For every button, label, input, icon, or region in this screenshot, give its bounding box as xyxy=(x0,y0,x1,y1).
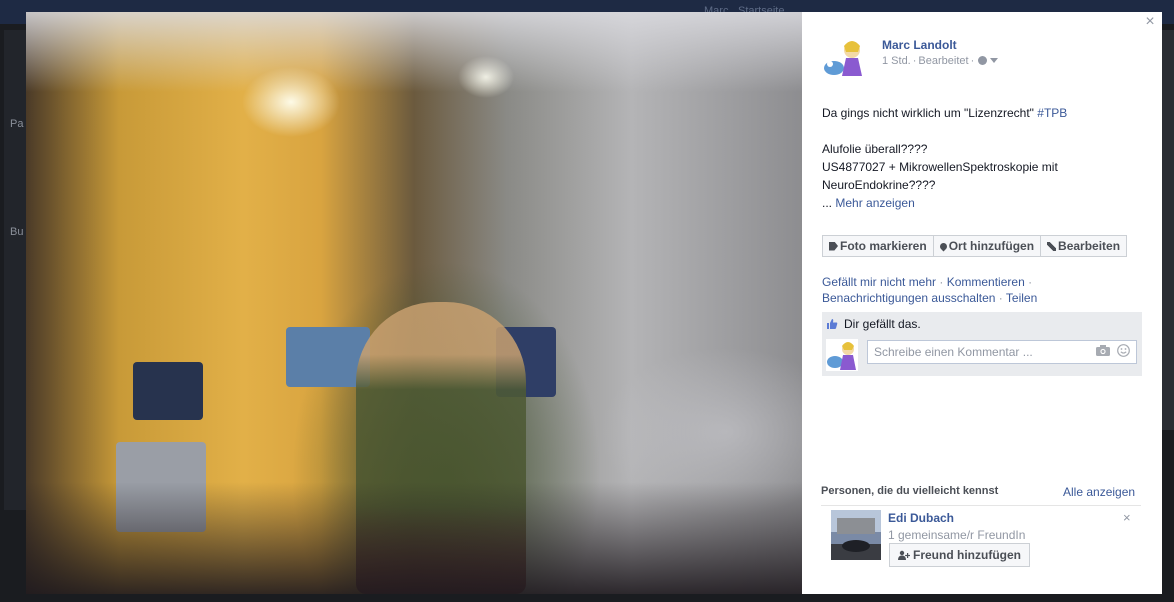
remove-suggestion-button[interactable]: × xyxy=(1123,510,1131,525)
tag-icon xyxy=(829,241,838,251)
add-friend-label: Freund hinzufügen xyxy=(913,548,1021,562)
likes-row: Dir gefällt das. xyxy=(826,316,921,332)
info-panel: Marc Landolt 1 Std. · Bearbeitet · Da gings… xyxy=(802,12,1162,594)
chevron-down-icon[interactable] xyxy=(990,58,999,63)
mutual-friends[interactable]: 1 gemeinsame/r FreundIn xyxy=(888,528,1025,542)
caption-line: Da gings nicht wirklich um "Lizenzrecht"… xyxy=(822,104,1142,122)
author-name[interactable]: Marc Landolt xyxy=(882,38,957,52)
author-row: Marc Landolt 1 Std. · Bearbeitet · xyxy=(822,38,1142,82)
caption-line: NeuroEndokrine???? xyxy=(822,178,936,192)
photo-floor xyxy=(26,482,802,594)
ellipsis: ... xyxy=(822,196,833,210)
globe-icon[interactable] xyxy=(978,56,988,65)
add-friend-button[interactable]: Freund hinzufügen xyxy=(889,543,1030,567)
pencil-icon xyxy=(1047,241,1057,251)
unlike-link[interactable]: Gefällt mir nicht mehr xyxy=(822,275,936,289)
add-location-label: Ort hinzufügen xyxy=(948,239,1035,253)
emoji-icon[interactable] xyxy=(1117,344,1130,357)
thumbs-up-icon xyxy=(827,319,838,329)
tag-photo-label: Foto markieren xyxy=(840,239,927,253)
background-side-text: Bu xyxy=(10,226,24,238)
likes-comments-box: Dir gefällt das. xyxy=(822,312,1142,376)
close-viewer-button[interactable]: × xyxy=(1142,14,1158,30)
tag-photo-button[interactable]: Foto markieren xyxy=(822,235,934,257)
likes-text: Dir gefällt das. xyxy=(844,317,921,331)
suggestion-name[interactable]: Edi Dubach xyxy=(888,511,954,525)
location-pin-icon xyxy=(938,241,949,251)
photo-action-buttons: Foto markieren Ort hinzufügen Bearbeiten xyxy=(822,235,1128,257)
see-more-link[interactable]: Mehr anzeigen xyxy=(835,196,914,210)
photo-viewer: Marc Landolt 1 Std. · Bearbeitet · Da gings… xyxy=(26,12,1162,594)
add-friend-icon xyxy=(898,550,910,560)
photo-monitor xyxy=(133,362,203,420)
post-action-links: Gefällt mir nicht mehr · Kommentieren · … xyxy=(822,275,1038,305)
background-side-text: Pa xyxy=(10,118,24,130)
caption-more-row: ... Mehr anzeigen xyxy=(822,194,1142,212)
post-meta: 1 Std. · Bearbeitet · xyxy=(882,55,999,67)
post-edited[interactable]: Bearbeitet xyxy=(918,55,968,67)
background-column: Pa Bu xyxy=(4,30,26,510)
pymk-suggestion: Edi Dubach 1 gemeinsame/r FreundIn Freun… xyxy=(831,510,1143,570)
photo-foil-ceiling xyxy=(26,12,802,92)
camera-icon[interactable] xyxy=(1096,345,1110,356)
comment-composer xyxy=(826,339,1138,371)
share-link[interactable]: Teilen xyxy=(1006,291,1037,305)
post-caption: Da gings nicht wirklich um "Lizenzrecht"… xyxy=(822,104,1142,212)
add-location-button[interactable]: Ort hinzufügen xyxy=(933,235,1042,257)
see-all-link[interactable]: Alle anzeigen xyxy=(1063,485,1135,499)
edit-label: Bearbeiten xyxy=(1058,239,1121,253)
author-avatar[interactable] xyxy=(822,38,866,78)
post-photo[interactable] xyxy=(26,12,802,594)
caption-line: Alufolie überall???? xyxy=(822,142,928,156)
caption-text: Da gings nicht wirklich um "Lizenzrecht" xyxy=(822,106,1034,120)
post-time[interactable]: 1 Std. xyxy=(882,55,911,67)
pymk-title: Personen, die du vielleicht kennst xyxy=(821,485,999,497)
comment-link[interactable]: Kommentieren xyxy=(947,275,1025,289)
hashtag-link[interactable]: #TPB xyxy=(1037,106,1067,120)
notifications-off-link[interactable]: Benachrichtigungen ausschalten xyxy=(822,291,995,305)
background-block xyxy=(1162,30,1174,430)
caption-line: US4877027 + MikrowellenSpektroskopie mit xyxy=(822,160,1058,174)
divider xyxy=(821,505,1141,506)
edit-button[interactable]: Bearbeiten xyxy=(1041,235,1128,257)
commenter-avatar xyxy=(826,339,858,371)
suggestion-photo[interactable] xyxy=(831,510,881,560)
